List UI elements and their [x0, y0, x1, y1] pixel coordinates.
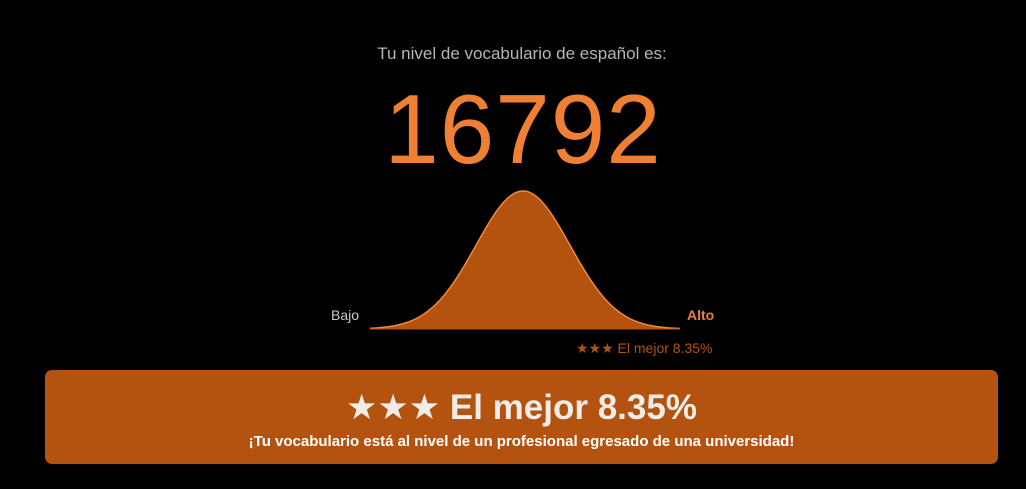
percentile-headline: ★★★ El mejor 8.35%	[346, 388, 697, 427]
percentile-caption: ★★★ El mejor 8.35%	[576, 340, 713, 356]
scale-high-label: Alto	[687, 307, 715, 323]
distribution-curve	[370, 186, 680, 334]
vocabulary-score: 16792	[384, 74, 662, 184]
bell-curve-fill	[370, 191, 680, 329]
scale-low-label: Bajo	[331, 307, 360, 323]
level-description: ¡Tu vocabulario está al nivel de un prof…	[248, 433, 795, 450]
result-banner: ★★★ El mejor 8.35% ¡Tu vocabulario está …	[45, 370, 998, 464]
score-intro-text: Tu nivel de vocabulario de español es:	[377, 44, 667, 63]
bell-curve-graphic	[370, 190, 680, 330]
